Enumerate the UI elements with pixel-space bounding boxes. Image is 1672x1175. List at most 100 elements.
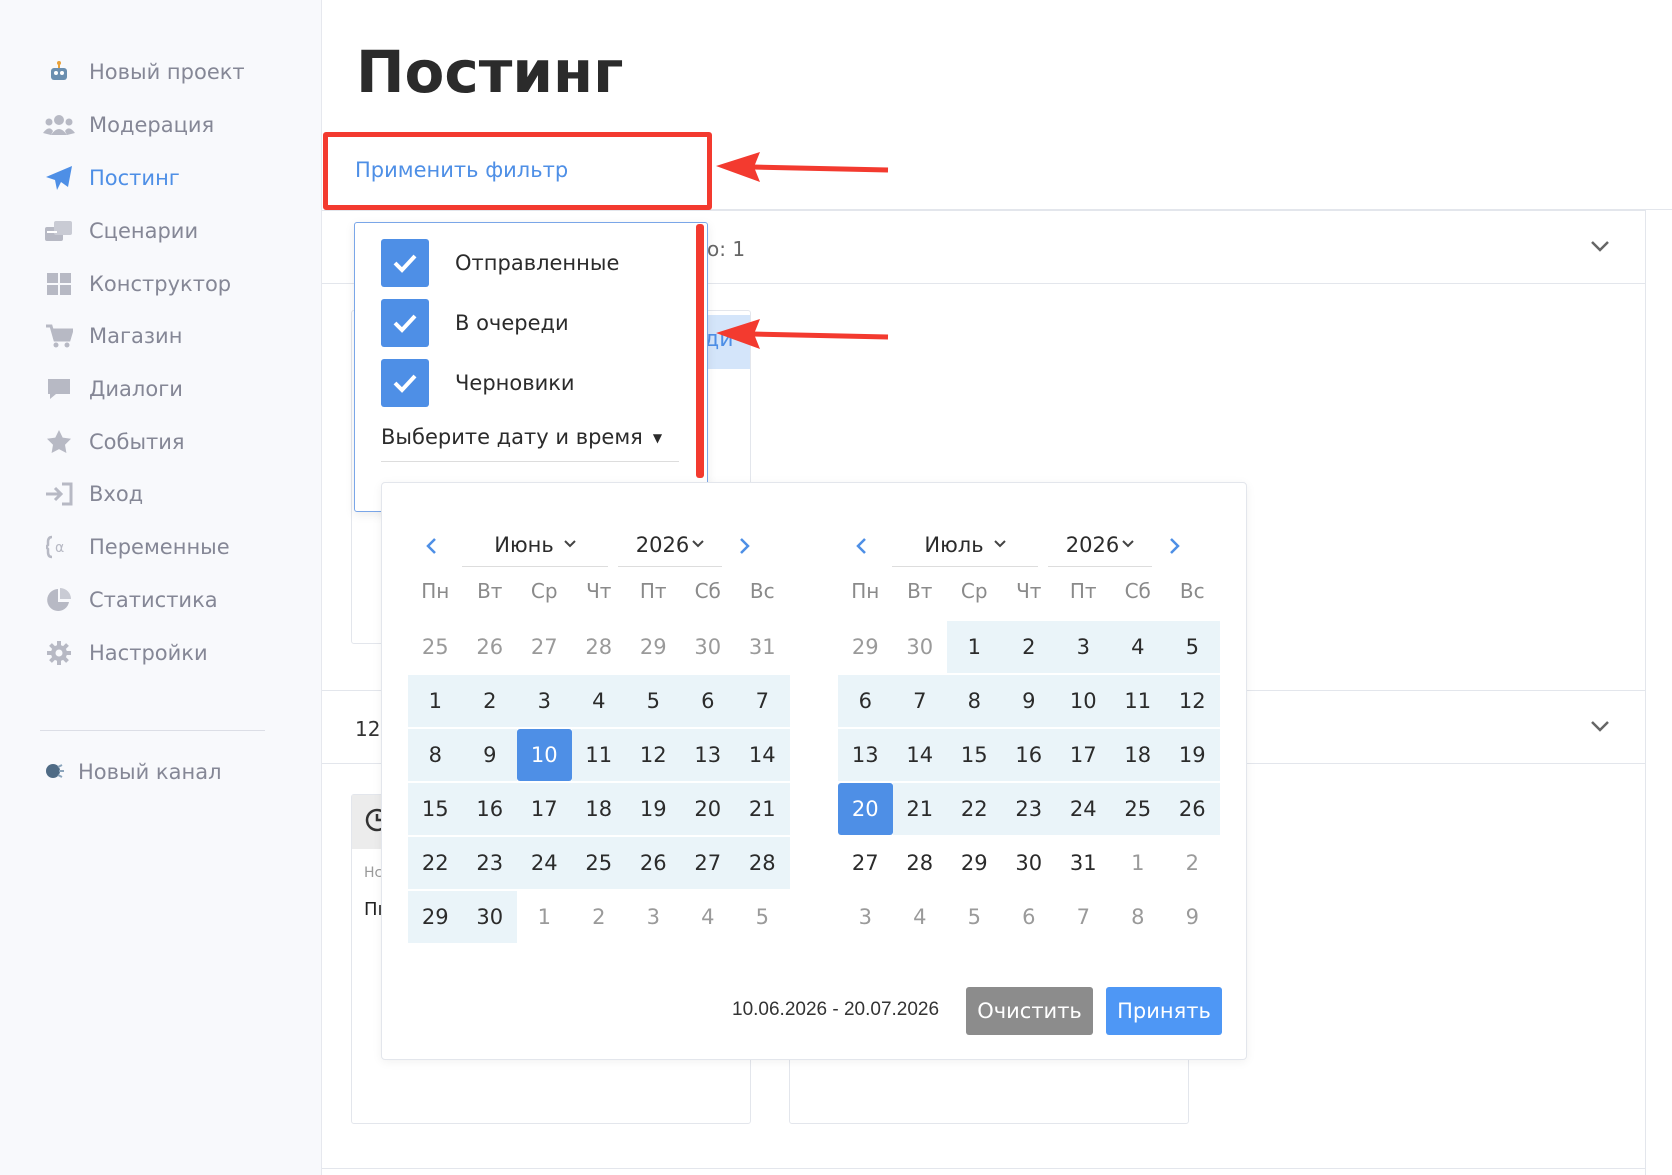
calendar-day[interactable]: 14 [735,729,790,781]
chevron-down-icon[interactable] [1590,713,1610,737]
calendar-day[interactable]: 12 [1165,675,1220,727]
calendar-day[interactable]: 2 [1165,837,1220,889]
checkbox-drafts[interactable]: Черновики [381,359,575,407]
calendar-day[interactable]: 9 [1001,675,1056,727]
prev-month-arrow-icon[interactable] [854,533,868,563]
calendar-day[interactable]: 30 [1002,837,1057,889]
year-select[interactable]: 2026 [1048,523,1152,567]
checkbox-checked-icon[interactable] [381,299,429,347]
date-range-select[interactable]: Выберите дату и время ▼ [381,425,679,462]
calendar-day[interactable]: 27 [680,837,735,889]
calendar-day[interactable]: 31 [735,621,790,673]
calendar-day[interactable]: 3 [838,891,893,943]
calendar-day[interactable]: 29 [947,837,1002,889]
calendar-day[interactable]: 29 [408,891,463,943]
sidebar-item-statistics[interactable]: Статистика [42,580,218,620]
calendar-day[interactable]: 18 [1110,729,1165,781]
calendar-day[interactable]: 22 [408,837,463,889]
calendar-day[interactable]: 30 [681,621,736,673]
calendar-day[interactable]: 1 [1111,837,1166,889]
month-select[interactable]: Июль [892,523,1038,567]
checkbox-sent[interactable]: Отправленные [381,239,619,287]
calendar-day[interactable]: 25 [408,621,463,673]
sidebar-item-dialogs[interactable]: Диалоги [42,369,183,409]
calendar-day[interactable]: 17 [517,783,572,835]
calendar-day[interactable]: 4 [893,891,948,943]
calendar-day[interactable]: 27 [838,837,893,889]
accept-button[interactable]: Принять [1106,987,1222,1035]
calendar-day[interactable]: 7 [892,675,947,727]
calendar-day[interactable]: 30 [462,891,517,943]
calendar-day[interactable]: 10 [517,729,572,781]
prev-month-arrow-icon[interactable] [424,533,438,563]
calendar-day[interactable]: 16 [462,783,517,835]
checkbox-queued[interactable]: В очереди [381,299,569,347]
calendar-day[interactable]: 21 [735,783,790,835]
calendar-day[interactable]: 9 [1165,891,1220,943]
calendar-day[interactable]: 5 [947,891,1002,943]
sidebar-item-constructor[interactable]: Конструктор [42,264,231,304]
calendar-day[interactable]: 1 [408,675,463,727]
calendar-day[interactable]: 2 [572,891,627,943]
calendar-day[interactable]: 28 [572,621,627,673]
calendar-day[interactable]: 7 [1056,891,1111,943]
calendar-day[interactable]: 8 [947,675,1002,727]
calendar-day[interactable]: 4 [1110,621,1165,673]
sidebar-item-scenarios[interactable]: Сценарии [42,211,198,251]
calendar-day[interactable]: 6 [1002,891,1057,943]
calendar-day[interactable]: 5 [735,891,790,943]
calendar-day[interactable]: 26 [463,621,518,673]
calendar-day[interactable]: 6 [680,675,735,727]
year-select[interactable]: 2026 [618,523,722,567]
calendar-day[interactable]: 9 [462,729,517,781]
calendar-day[interactable]: 17 [1056,729,1111,781]
calendar-day[interactable]: 11 [571,729,626,781]
chevron-down-icon[interactable] [1590,233,1610,257]
calendar-day[interactable]: 29 [838,621,893,673]
calendar-day[interactable]: 3 [1056,621,1111,673]
calendar-day[interactable]: 13 [680,729,735,781]
calendar-day[interactable]: 4 [571,675,626,727]
calendar-day[interactable]: 7 [735,675,790,727]
calendar-day[interactable]: 1 [517,891,572,943]
calendar-day[interactable]: 2 [462,675,517,727]
calendar-day[interactable]: 1 [947,621,1002,673]
checkbox-checked-icon[interactable] [381,359,429,407]
sidebar-item-variables[interactable]: α Переменные [42,527,230,567]
calendar-day[interactable]: 28 [893,837,948,889]
calendar-day[interactable]: 24 [1056,783,1111,835]
sidebar-item-shop[interactable]: Магазин [42,316,182,356]
sidebar-item-moderation[interactable]: Модерация [42,105,214,145]
calendar-day[interactable]: 19 [1165,729,1220,781]
calendar-day[interactable]: 27 [517,621,572,673]
calendar-day[interactable]: 28 [735,837,790,889]
calendar-day[interactable]: 8 [1111,891,1166,943]
calendar-day[interactable]: 26 [1165,783,1220,835]
calendar-day[interactable]: 4 [681,891,736,943]
calendar-day[interactable]: 6 [838,675,893,727]
calendar-day[interactable]: 15 [408,783,463,835]
calendar-day[interactable]: 31 [1056,837,1111,889]
calendar-day[interactable]: 23 [462,837,517,889]
sidebar-item-posting[interactable]: Постинг [42,158,180,198]
calendar-day[interactable]: 20 [838,783,893,835]
month-select[interactable]: Июнь [462,523,608,567]
sidebar-item-settings[interactable]: Настройки [42,633,208,673]
calendar-day[interactable]: 8 [408,729,463,781]
calendar-day[interactable]: 16 [1001,729,1056,781]
calendar-day[interactable]: 5 [626,675,681,727]
checkbox-checked-icon[interactable] [381,239,429,287]
calendar-day[interactable]: 3 [626,891,681,943]
sidebar-item-events[interactable]: События [42,422,185,462]
calendar-day[interactable]: 5 [1165,621,1220,673]
calendar-day[interactable]: 12 [626,729,681,781]
calendar-day[interactable]: 2 [1001,621,1056,673]
calendar-day[interactable]: 20 [680,783,735,835]
calendar-day[interactable]: 25 [571,837,626,889]
next-month-arrow-icon[interactable] [738,533,752,563]
sidebar-item-new-channel[interactable]: Новый канал [42,752,222,792]
calendar-day[interactable]: 3 [517,675,572,727]
next-month-arrow-icon[interactable] [1168,533,1182,563]
calendar-day[interactable]: 29 [626,621,681,673]
calendar-day[interactable]: 26 [626,837,681,889]
